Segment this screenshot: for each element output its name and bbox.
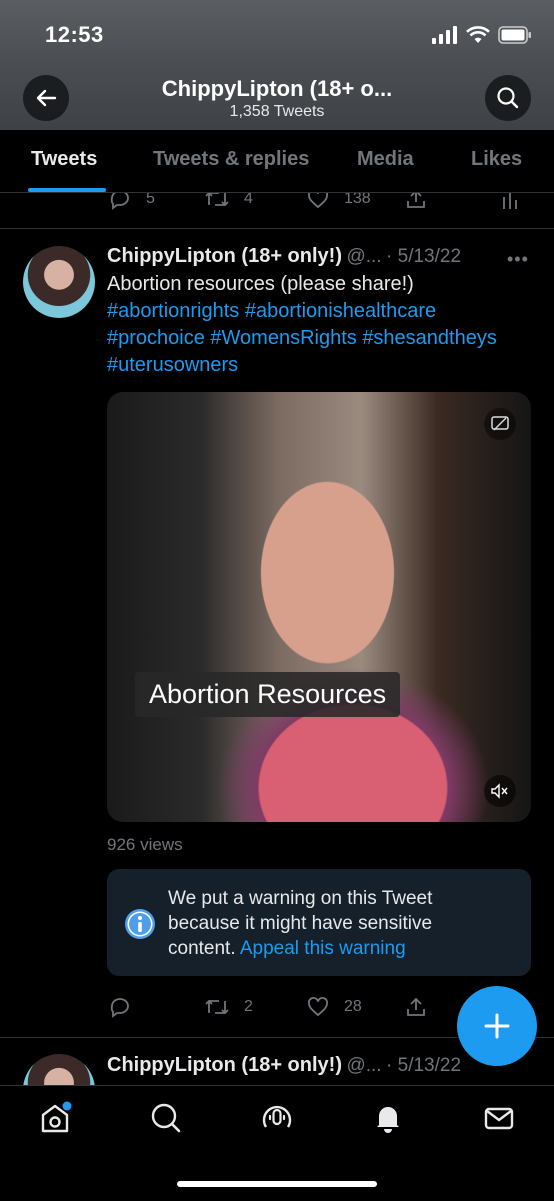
back-arrow-icon (36, 89, 57, 107)
retweet-count: 2 (244, 998, 253, 1015)
share-icon[interactable] (404, 193, 428, 211)
explore-icon[interactable] (149, 1101, 183, 1135)
tweet-header: ChippyLipton (18+ only!) @... · 5/13/22 (107, 245, 537, 268)
hashtags-line-3[interactable]: #uterusowners (107, 352, 547, 379)
search-icon (497, 87, 519, 109)
tweet-date: · 5/13/22 (386, 246, 462, 267)
view-count: 926 views (107, 835, 183, 854)
tweet-body: Abortion resources (please share!) #abor… (107, 271, 547, 379)
tweet-date: · 5/13/22 (386, 1055, 462, 1076)
handle: @... (346, 246, 382, 267)
spaces-icon[interactable] (260, 1101, 294, 1135)
retweet-icon (205, 999, 229, 1015)
profile-header: 12:53 ChippyLipton (18+ o... 1,358 Tweet… (0, 0, 554, 130)
prev-retweet-count: 4 (244, 193, 253, 207)
compose-tweet-button[interactable] (457, 986, 537, 1066)
active-tab-indicator (28, 188, 106, 192)
search-button[interactable] (485, 75, 531, 121)
page-title: ChippyLipton (18+ o... (161, 76, 393, 101)
back-button[interactable] (23, 75, 69, 121)
tweet-video[interactable]: Abortion Resources (107, 392, 531, 822)
tab-tweets[interactable]: Tweets (31, 148, 97, 171)
status-icons (432, 26, 532, 44)
appeal-warning-link[interactable]: Appeal this warning (240, 938, 406, 959)
tab-media[interactable]: Media (357, 148, 414, 171)
avatar[interactable] (23, 1054, 95, 1085)
video-caption: Abortion Resources (135, 672, 401, 717)
info-icon (125, 909, 155, 939)
share-icon[interactable] (404, 995, 428, 1019)
prev-retweet-button[interactable]: 4 (204, 193, 253, 211)
status-time: 12:53 (45, 22, 104, 47)
reply-icon (110, 998, 129, 1018)
tweet-text: Abortion resources (please share!) (107, 273, 414, 295)
battery-icon (498, 26, 531, 44)
prev-reply-button[interactable]: 5 (108, 193, 155, 211)
tweet-count: 1,358 Tweets (229, 103, 325, 120)
wifi-icon (466, 26, 490, 43)
captions-icon (491, 416, 509, 431)
hashtags-line-2[interactable]: #prochoice #WomensRights #shesandtheys (107, 325, 547, 352)
hashtags-line-1[interactable]: #abortionrights #abortionishealthcare (107, 298, 547, 325)
home-icon[interactable] (38, 1101, 72, 1135)
sensitive-warning: We put a warning on this Tweet because i… (107, 869, 531, 976)
prev-tweet-actions: 5 4 138 (0, 193, 554, 213)
analytics-icon[interactable] (500, 193, 520, 211)
display-name[interactable]: ChippyLipton (18+ only!) (107, 245, 342, 267)
avatar[interactable] (23, 246, 95, 318)
retweet-button[interactable]: 2 (204, 995, 253, 1019)
header-title-block: ChippyLipton (18+ o... 1,358 Tweets (110, 76, 444, 121)
captions-button[interactable] (484, 408, 516, 440)
reply-icon (110, 193, 129, 210)
messages-icon[interactable] (482, 1101, 516, 1135)
like-count: 28 (344, 998, 362, 1015)
prev-like-count: 138 (344, 193, 371, 207)
notifications-icon[interactable] (371, 1101, 405, 1135)
tab-tweets-replies[interactable]: Tweets & replies (153, 148, 309, 171)
prev-reply-count: 5 (146, 193, 155, 207)
signal-icon (432, 26, 457, 44)
warning-message: We put a warning on this Tweet because i… (168, 886, 498, 961)
more-options-icon[interactable]: ••• (507, 249, 529, 270)
divider (0, 228, 554, 229)
like-button[interactable]: 28 (306, 995, 362, 1019)
reply-button[interactable] (108, 995, 146, 1019)
like-icon (308, 193, 328, 209)
handle: @... (346, 1055, 382, 1076)
compose-plus-icon (484, 1013, 510, 1039)
profile-tabs: Tweets Tweets & replies Media Likes (0, 130, 554, 193)
display-name[interactable]: ChippyLipton (18+ only!) (107, 1054, 342, 1076)
like-icon (308, 997, 328, 1017)
home-indicator (177, 1181, 377, 1187)
tab-likes[interactable]: Likes (471, 148, 522, 171)
prev-like-button[interactable]: 138 (306, 193, 371, 211)
mute-button[interactable] (484, 775, 516, 807)
mute-icon (491, 783, 508, 799)
retweet-icon (205, 193, 229, 207)
